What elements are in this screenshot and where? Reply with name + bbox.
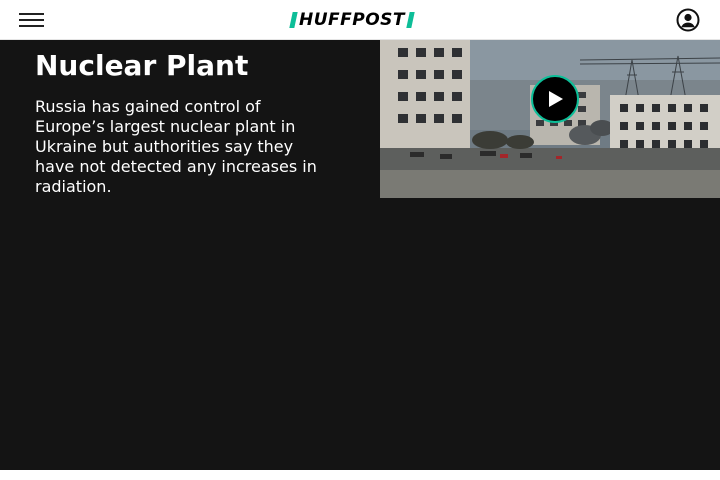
- article-headline[interactable]: Nuclear Plant: [35, 48, 248, 84]
- menu-line: [19, 13, 44, 15]
- page: HUFFPOST Nuclear Plant Russia has gained…: [0, 0, 720, 480]
- site-logo[interactable]: HUFFPOST: [289, 10, 415, 30]
- hamburger-menu-icon[interactable]: [19, 11, 44, 29]
- menu-line: [19, 25, 44, 27]
- article-card[interactable]: Nuclear Plant Russia has gained control …: [0, 40, 720, 470]
- play-button[interactable]: [531, 75, 579, 123]
- page-bottom-background: [0, 470, 720, 480]
- logo-text: HUFFPOST: [299, 10, 406, 30]
- play-icon: [549, 91, 563, 107]
- user-account-icon[interactable]: [676, 8, 700, 32]
- video-thumbnail[interactable]: [380, 40, 720, 198]
- article-summary: Russia has gained control of Europe’s la…: [35, 97, 317, 196]
- site-header: HUFFPOST: [0, 0, 720, 40]
- menu-line: [19, 19, 44, 21]
